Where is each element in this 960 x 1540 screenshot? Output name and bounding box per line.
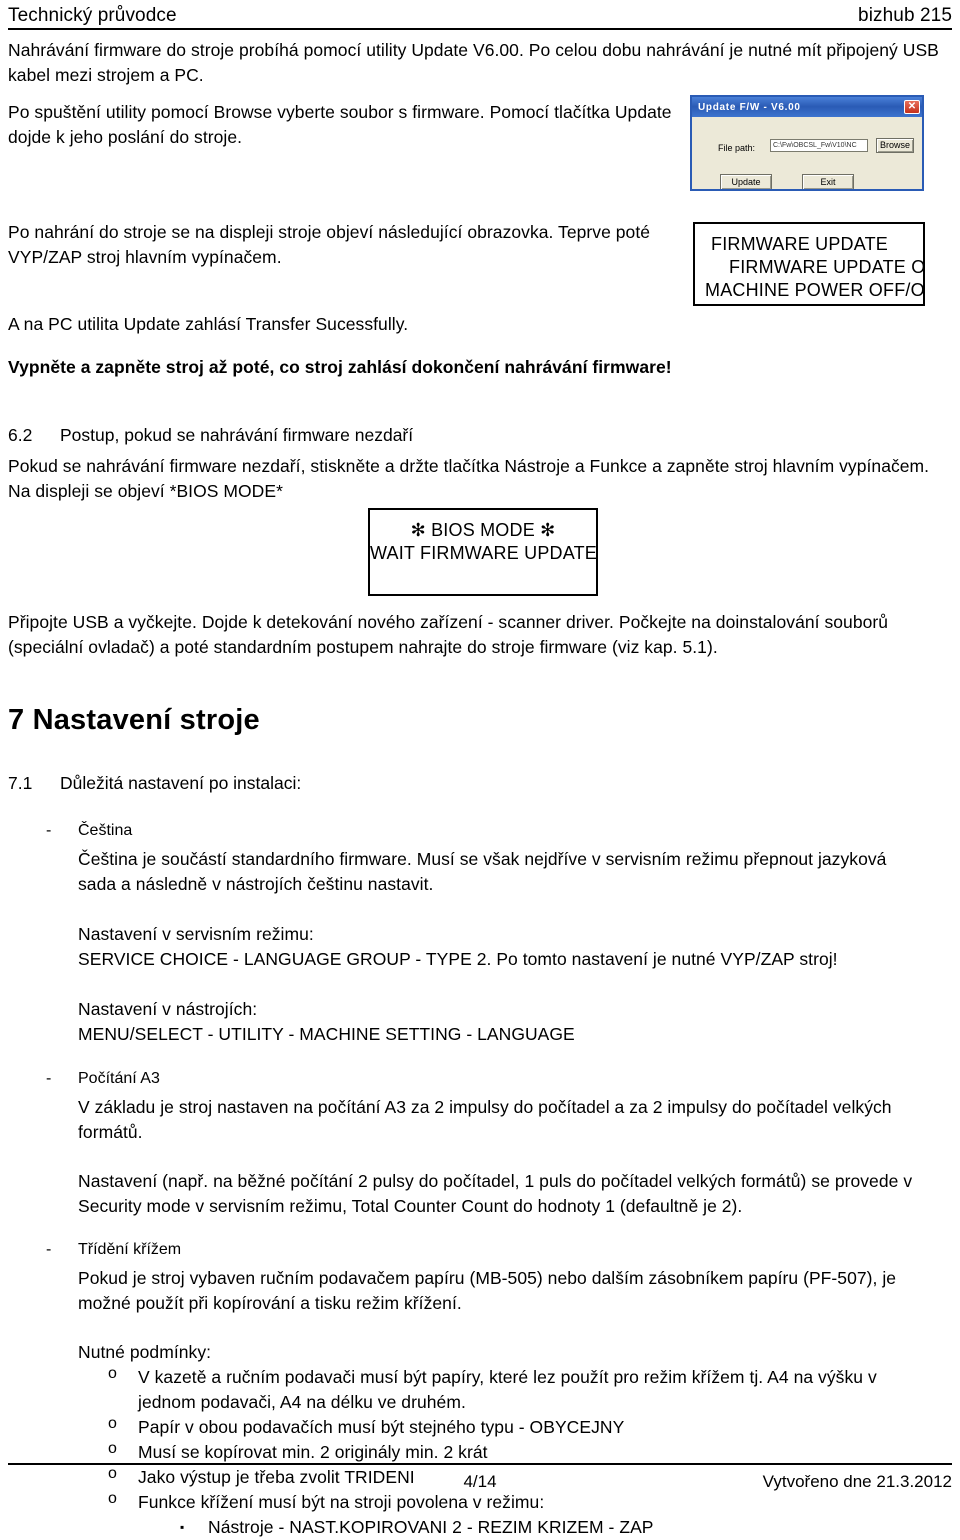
- dash-bullet-icon: -: [46, 1241, 52, 1258]
- header-title-right: bizhub 215: [858, 5, 952, 26]
- page-footer: 4/14 Vytvořeno dne 21.3.2012: [8, 1470, 952, 1496]
- section-number-6-2: 6.2: [8, 425, 33, 445]
- condition-text-1: V kazetě a ručním podavači musí být papí…: [138, 1367, 877, 1412]
- document-page: Technický průvodce bizhub 215 Nahrávání …: [0, 0, 960, 1537]
- label-tools-mode: Nastavení v nástrojích:: [78, 999, 258, 1019]
- dialog-title-text: Update F/W - V6.00: [698, 101, 801, 113]
- list-item-cestina-title: - Čeština: [8, 822, 952, 840]
- list-item: o Papír v obou podavačích musí být stejn…: [108, 1415, 940, 1440]
- section-heading-6-2: 6.2 Postup, pokud se nahrávání firmware …: [8, 423, 952, 448]
- lcd-bios-line-2: WAIT FIRMWARE UPDATE: [370, 543, 597, 563]
- paragraph-after-upload: Po nahrání do stroje se na displeji stro…: [8, 222, 651, 267]
- conditions-list: o V kazetě a ručním podavači musí být pa…: [8, 1365, 940, 1540]
- circle-bullet-icon: o: [108, 1365, 117, 1382]
- list-item: ▪ Nástroje - NAST.KOPIROVANI 2 - REZIM K…: [180, 1515, 940, 1540]
- label-service-mode: Nastavení v servisním režimu:: [78, 924, 314, 944]
- paragraph-fail-procedure: Pokud se nahrávání firmware nezdaří, sti…: [8, 456, 930, 501]
- lcd-bios-line-1: ✻ BIOS MODE ✻: [410, 520, 556, 540]
- dialog-title-bar: Update F/W - V6.00 ✕: [692, 97, 922, 117]
- list-item-pocitani-label: Počítání A3: [78, 1070, 160, 1087]
- list-item: o V kazetě a ručním podavači musí být pa…: [108, 1365, 940, 1415]
- paragraph-cestina-text: Čeština je součástí standardního firmwar…: [78, 849, 887, 894]
- path-tools-mode: MENU/SELECT - UTILITY - MACHINE SETTING …: [78, 1024, 575, 1044]
- creation-date: Vytvořeno dne 21.3.2012: [762, 1472, 952, 1491]
- section-title-6-2: Postup, pokud se nahrávání firmware nezd…: [60, 425, 414, 445]
- lcd-firmware-line-1: FIRMWARE UPDATE: [711, 234, 888, 254]
- paragraph-intro: Nahrávání firmware do stroje probíhá pom…: [8, 40, 939, 85]
- paragraph-pocitani-text: V základu je stroj nastaven na počítání …: [78, 1097, 892, 1142]
- section-heading-7-1: 7.1 Důležitá nastavení po instalaci:: [8, 771, 952, 796]
- circle-bullet-icon: o: [108, 1415, 117, 1432]
- condition-text-2: Papír v obou podavačích musí být stejnéh…: [138, 1417, 625, 1437]
- paragraph-warning: Vypněte a zapněte stroj až poté, co stro…: [8, 357, 672, 377]
- file-path-label: File path:: [718, 143, 756, 153]
- list-item-trideni-title: - Třídění křížem: [8, 1241, 952, 1259]
- path-service-mode: SERVICE CHOICE - LANGUAGE GROUP - TYPE 2…: [78, 949, 838, 969]
- paragraph-usb: Připojte USB a vyčkejte. Dojde k detekov…: [8, 612, 889, 657]
- exit-button[interactable]: Exit: [802, 174, 854, 189]
- close-icon[interactable]: ✕: [904, 100, 920, 114]
- footer-divider: [8, 1463, 952, 1465]
- figure-update-firmware-dialog: Update F/W - V6.00 ✕ File path: C:\Fw\OB…: [690, 95, 924, 191]
- figure-lcd-bios-mode: ✻ BIOS MODE ✻ WAIT FIRMWARE UPDATE: [368, 508, 598, 596]
- paragraph-transfer: A na PC utilita Update zahlásí Transfer …: [8, 314, 409, 334]
- dialog-body: File path: C:\Fw\OBCSL_Fw\V10\NC Browse …: [692, 117, 922, 189]
- list-item-pocitani-title: - Počítání A3: [8, 1070, 952, 1088]
- label-conditions: Nutné podmínky:: [78, 1342, 212, 1362]
- dash-bullet-icon: -: [46, 1070, 52, 1087]
- condition-text-3: Musí se kopírovat min. 2 originály min. …: [138, 1442, 488, 1462]
- paragraph-pocitani-note: Nastavení (např. na běžné počítání 2 pul…: [78, 1171, 913, 1216]
- section-title-7-1: Důležitá nastavení po instalaci:: [60, 773, 302, 793]
- subcondition-text: Nástroje - NAST.KOPIROVANI 2 - REZIM KRI…: [208, 1517, 654, 1537]
- browse-button[interactable]: Browse: [876, 138, 914, 153]
- circle-bullet-icon: o: [108, 1440, 117, 1457]
- update-button[interactable]: Update: [720, 174, 772, 189]
- paragraph-trideni-text: Pokud je stroj vybaven ručním podavačem …: [78, 1268, 897, 1313]
- list-item-trideni-label: Třídění křížem: [78, 1241, 182, 1258]
- dash-bullet-icon: -: [46, 822, 52, 839]
- section-number-7-1: 7.1: [8, 773, 33, 793]
- figure-lcd-firmware-update: FIRMWARE UPDATE FIRMWARE UPDATE OK MACHI…: [693, 222, 925, 306]
- header-title-left: Technický průvodce: [8, 5, 177, 26]
- chapter-heading-7: 7 Nastavení stroje: [8, 704, 260, 736]
- header-divider: [8, 28, 952, 30]
- square-bullet-icon: ▪: [180, 1520, 185, 1534]
- lcd-firmware-line-2: FIRMWARE UPDATE OK: [729, 257, 925, 277]
- lcd-firmware-line-3: MACHINE POWER OFF/ON: [705, 280, 925, 300]
- list-item: o Musí se kopírovat min. 2 originály min…: [108, 1440, 940, 1465]
- list-item-cestina-label: Čeština: [78, 822, 133, 839]
- file-path-input[interactable]: C:\Fw\OBCSL_Fw\V10\NC: [770, 139, 868, 152]
- paragraph-browse: Po spuštění utility pomocí Browse vybert…: [8, 102, 672, 147]
